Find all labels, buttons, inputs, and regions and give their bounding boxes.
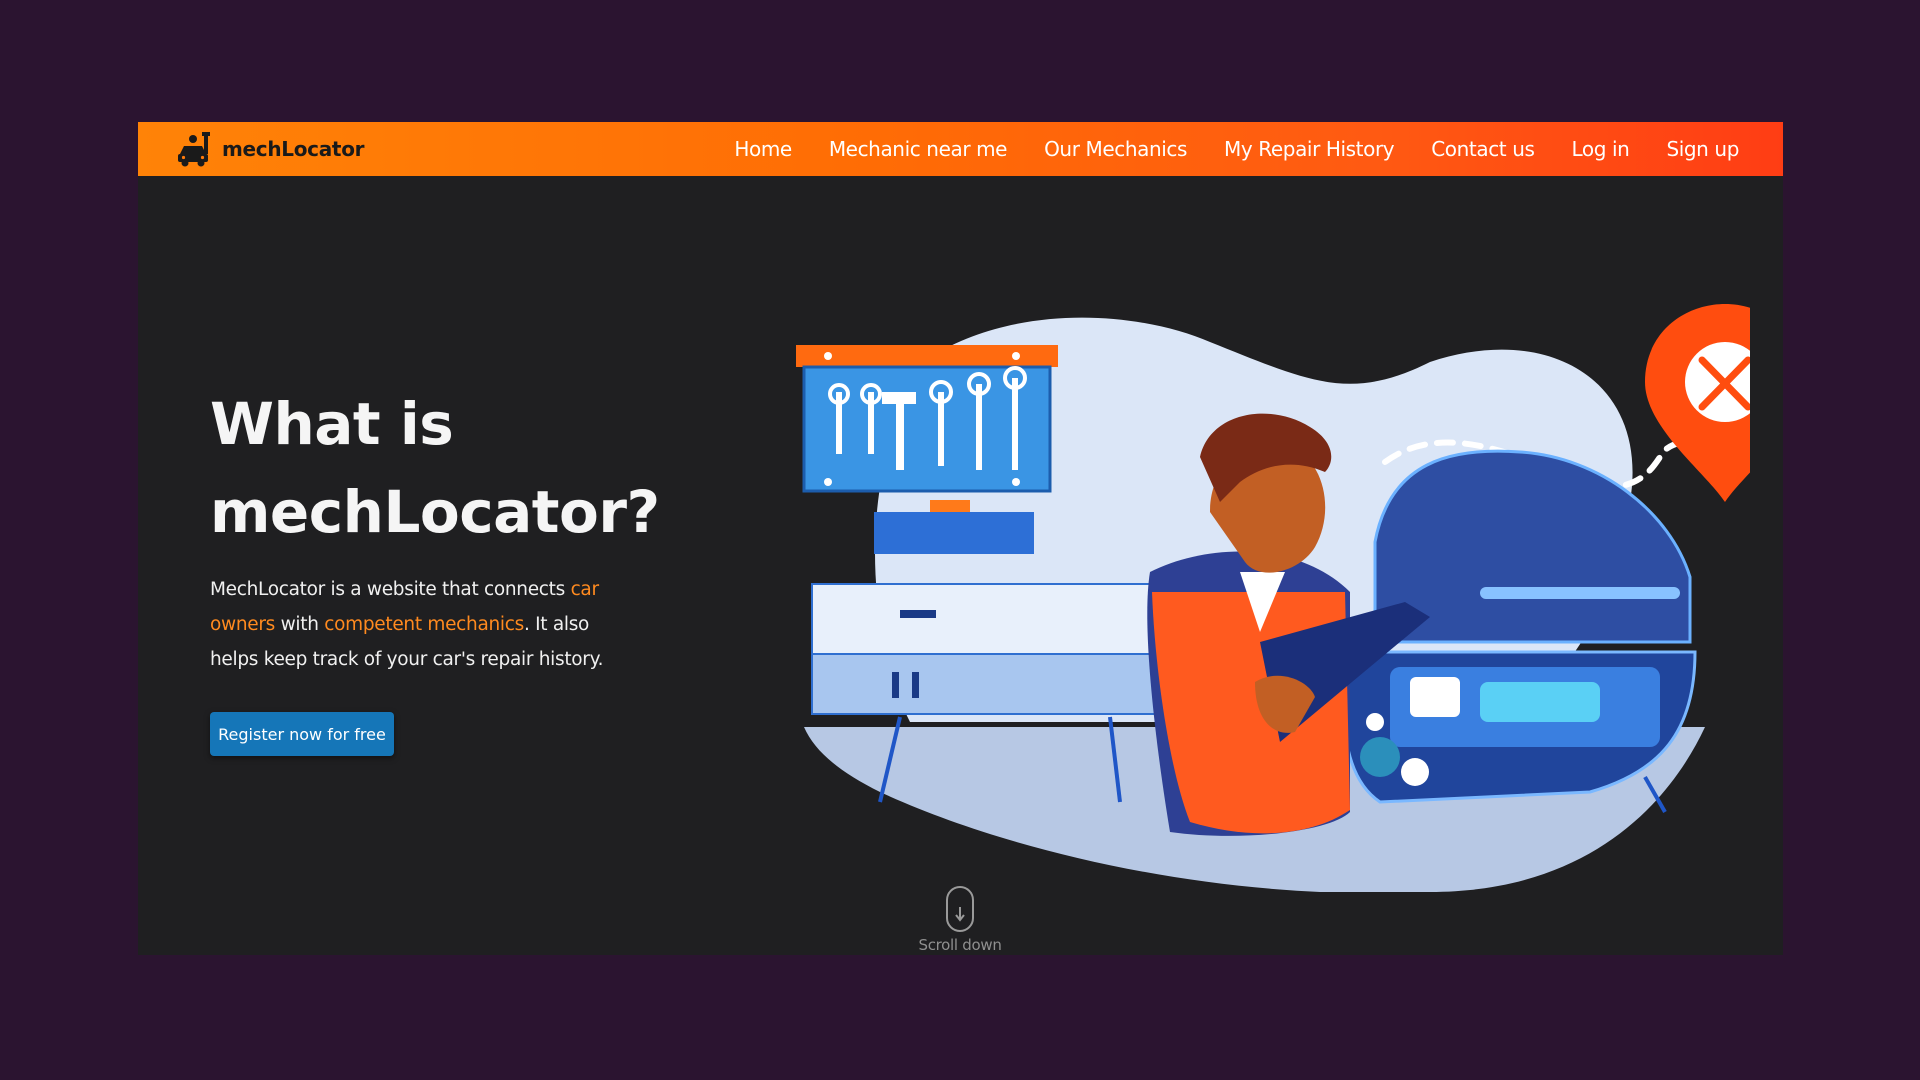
nav-our-mechanics[interactable]: Our Mechanics (1044, 137, 1187, 161)
mechanic-with-clipboard-illustration (796, 304, 1750, 892)
nav-my-repair-history[interactable]: My Repair History (1224, 137, 1395, 161)
desc-highlight-mechanics: competent mechanics (324, 614, 524, 635)
desc-text-1: MechLocator is a website that connects (210, 579, 571, 600)
hero-description: MechLocator is a website that connects c… (210, 572, 630, 677)
register-button[interactable]: Register now for free (210, 712, 394, 756)
navbar: mechLocator Home Mechanic near me Our Me… (138, 122, 1783, 176)
mechanic-car-icon (178, 132, 210, 167)
scroll-label: Scroll down (918, 936, 1002, 954)
hero-title: What is mechLocator? (210, 380, 730, 556)
brand-name: mechLocator (222, 137, 365, 161)
page-frame: mechLocator Home Mechanic near me Our Me… (138, 122, 1783, 955)
nav-links: Home Mechanic near me Our Mechanics My R… (734, 122, 1739, 176)
nav-sign-up[interactable]: Sign up (1666, 137, 1739, 161)
desc-text-2: with (275, 614, 325, 635)
nav-home[interactable]: Home (734, 137, 792, 161)
nav-contact-us[interactable]: Contact us (1431, 137, 1535, 161)
mouse-scroll-icon (946, 886, 974, 932)
hero-title-line1: What is (210, 390, 454, 458)
nav-mechanic-near-me[interactable]: Mechanic near me (829, 137, 1008, 161)
scroll-indicator[interactable]: Scroll down (910, 885, 1010, 954)
nav-log-in[interactable]: Log in (1572, 137, 1630, 161)
brand[interactable]: mechLocator (176, 130, 365, 168)
hero-title-line2: mechLocator? (210, 478, 660, 546)
